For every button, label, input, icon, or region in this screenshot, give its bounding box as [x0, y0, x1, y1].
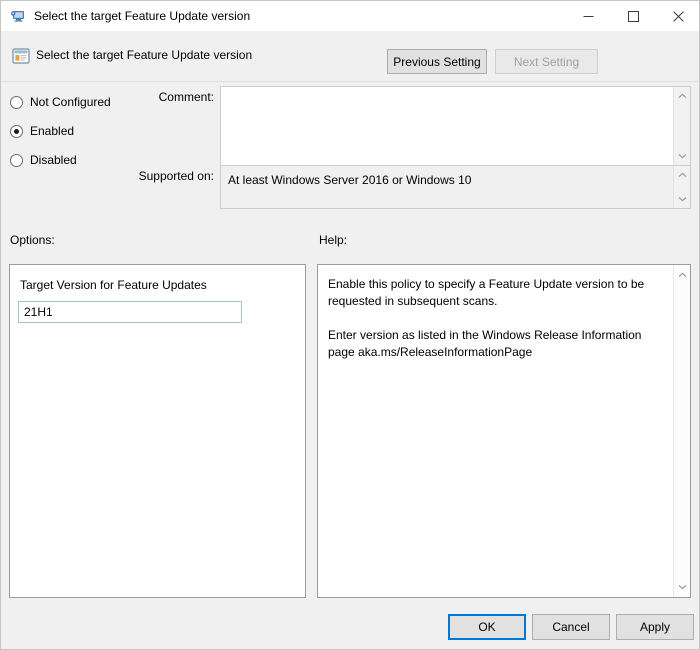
- scroll-up-icon[interactable]: [674, 89, 691, 103]
- supported-on-value: At least Windows Server 2016 or Windows …: [221, 166, 673, 208]
- help-paragraph: Enable this policy to specify a Feature …: [328, 276, 661, 310]
- group-policy-setting-dialog: Select the target Feature Update version: [0, 0, 700, 650]
- scroll-down-icon[interactable]: [674, 149, 691, 163]
- scroll-up-icon[interactable]: [674, 268, 691, 282]
- radio-indicator-enabled: [10, 125, 23, 138]
- close-button[interactable]: [656, 1, 700, 31]
- target-version-input[interactable]: [18, 301, 242, 323]
- scroll-down-icon[interactable]: [674, 580, 691, 594]
- radio-indicator-disabled: [10, 154, 23, 167]
- scroll-down-icon[interactable]: [674, 192, 691, 206]
- help-scrollbar[interactable]: [673, 265, 690, 597]
- options-panel: Target Version for Feature Updates: [9, 264, 306, 598]
- previous-setting-button[interactable]: Previous Setting: [387, 49, 487, 74]
- options-section-label: Options:: [10, 233, 55, 247]
- radio-indicator-not-configured: [10, 96, 23, 109]
- apply-button[interactable]: Apply: [616, 614, 694, 640]
- help-text: Enable this policy to specify a Feature …: [318, 265, 673, 597]
- maximize-button[interactable]: [611, 1, 656, 31]
- next-setting-button: Next Setting: [495, 49, 598, 74]
- radio-label-enabled: Enabled: [30, 124, 74, 138]
- radio-label-disabled: Disabled: [30, 153, 77, 167]
- scroll-up-icon[interactable]: [674, 168, 691, 182]
- minimize-button[interactable]: [566, 1, 611, 31]
- close-icon: [673, 11, 684, 22]
- supported-on-box: At least Windows Server 2016 or Windows …: [220, 165, 691, 209]
- comment-box[interactable]: [220, 86, 691, 166]
- help-panel: Enable this policy to specify a Feature …: [317, 264, 691, 598]
- target-version-label: Target Version for Feature Updates: [20, 278, 207, 292]
- setting-title: Select the target Feature Update version: [36, 48, 252, 62]
- radio-disabled[interactable]: Disabled: [10, 151, 77, 169]
- comment-label: Comment:: [61, 90, 214, 104]
- cancel-button[interactable]: Cancel: [532, 614, 610, 640]
- help-section-label: Help:: [319, 233, 347, 247]
- comment-scrollbar[interactable]: [673, 87, 690, 165]
- help-paragraph: Enter version as listed in the Windows R…: [328, 327, 661, 361]
- comment-input[interactable]: [221, 87, 673, 165]
- maximize-icon: [628, 11, 639, 22]
- policy-setting-icon: [12, 47, 30, 65]
- window-title: Select the target Feature Update version: [34, 9, 566, 23]
- caption-button-group: [566, 1, 700, 31]
- minimize-icon: [583, 11, 594, 22]
- supported-on-label: Supported on:: [61, 169, 214, 183]
- policy-monitor-icon: [10, 8, 26, 24]
- ok-button[interactable]: OK: [448, 614, 526, 640]
- radio-enabled[interactable]: Enabled: [10, 122, 74, 140]
- title-bar: Select the target Feature Update version: [1, 1, 700, 31]
- supported-on-scrollbar[interactable]: [673, 166, 690, 208]
